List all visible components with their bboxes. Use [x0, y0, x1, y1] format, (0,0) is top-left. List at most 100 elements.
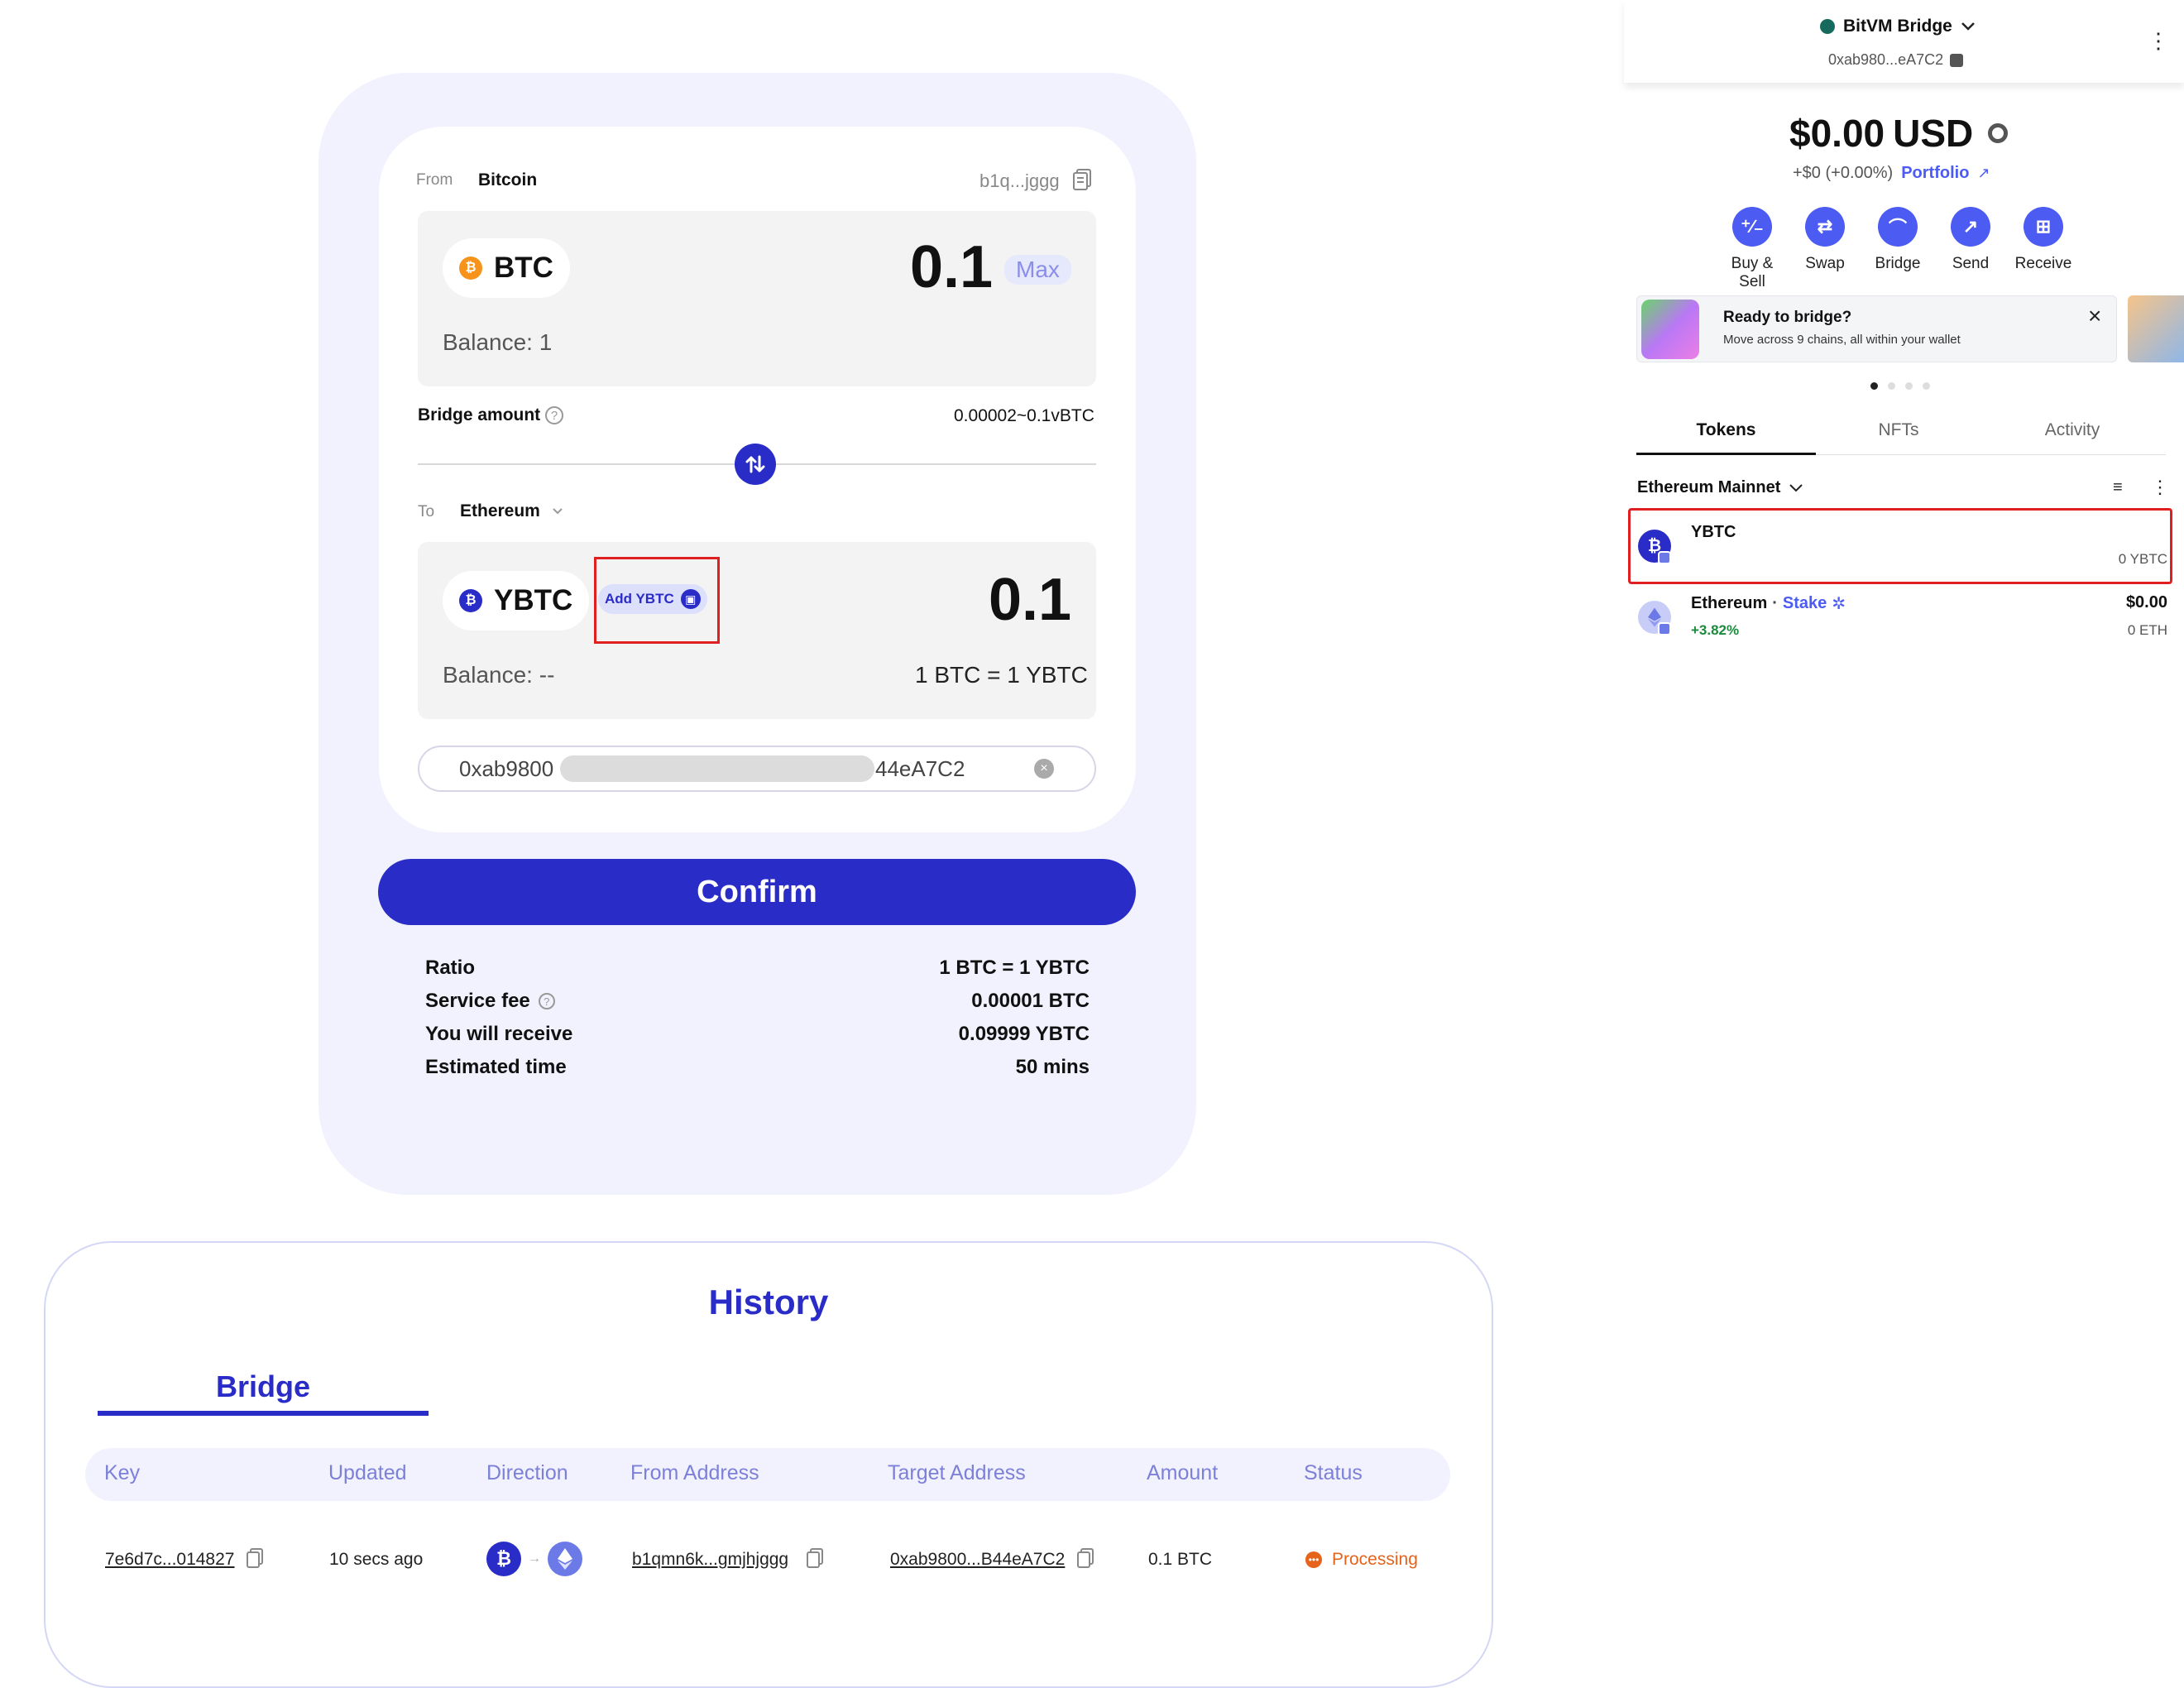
- carousel-dot-active[interactable]: [1870, 382, 1878, 390]
- clear-icon[interactable]: ×: [1034, 759, 1054, 779]
- network-filter[interactable]: Ethereum Mainnet: [1637, 478, 1803, 497]
- close-icon[interactable]: ×: [2088, 305, 2101, 328]
- copy-icon[interactable]: [1077, 1548, 1094, 1568]
- carousel-dot[interactable]: [1923, 382, 1930, 390]
- wallet-actions: ⁺∕₋ Buy & Sell ⇄ Swap ⌒ Bridge ↗ Send ⊞ …: [1720, 207, 2076, 291]
- row-target-address[interactable]: 0xab9800...B44eA7C2: [890, 1550, 1065, 1570]
- carousel-dot[interactable]: [1888, 382, 1895, 390]
- ethereum-icon: [548, 1542, 582, 1576]
- wallet-icon: ▣: [680, 589, 701, 609]
- summary-label: Estimated time: [425, 1056, 567, 1078]
- tab-activity[interactable]: Activity: [1981, 420, 2163, 440]
- more-menu-icon[interactable]: ⋮: [2151, 478, 2169, 496]
- summary-label: You will receive: [425, 1023, 573, 1045]
- wallet-balance: $0.00 USD: [1789, 111, 2009, 156]
- ybtc-icon: ₿: [459, 589, 482, 612]
- rate-text: 1 BTC = 1 YBTC: [915, 662, 1088, 688]
- account-address[interactable]: 0xab980...eA7C2: [1828, 51, 1964, 69]
- from-address: b1q...jggg: [979, 170, 1060, 191]
- next-banner-preview: [2128, 295, 2184, 362]
- eye-icon[interactable]: [1988, 123, 2009, 143]
- portfolio-link[interactable]: Portfolio: [1901, 164, 1969, 183]
- from-chain: Bitcoin: [478, 170, 538, 189]
- network-selector[interactable]: BitVM Bridge: [1820, 17, 1976, 36]
- bitcoin-icon: ₿: [486, 1542, 521, 1576]
- receive-icon: ⊞: [2024, 207, 2063, 247]
- recipient-prefix: 0xab9800: [459, 756, 554, 781]
- add-ybtc-button[interactable]: Add YBTC ▣: [598, 584, 707, 614]
- action-label: Send: [1952, 255, 1990, 272]
- tab-underline: [98, 1411, 429, 1416]
- bridge-button[interactable]: ⌒ Bridge: [1866, 207, 1930, 291]
- row-key[interactable]: 7e6d7c...014827: [105, 1550, 234, 1570]
- swap-button[interactable]: ⇄ Swap: [1793, 207, 1857, 291]
- column-header: Target Address: [888, 1461, 1026, 1484]
- copy-icon[interactable]: [807, 1548, 823, 1568]
- buy-sell-icon: ⁺∕₋: [1732, 207, 1772, 247]
- filter-icon[interactable]: ≡: [2113, 478, 2123, 497]
- max-button[interactable]: Max: [1004, 255, 1071, 285]
- from-token-selector[interactable]: ₿ BTC: [443, 238, 570, 298]
- balance-change-row: +$0 (+0.00%) Portfolio ↗: [1793, 164, 1990, 183]
- network-name: BitVM Bridge: [1843, 17, 1952, 36]
- summary-value: 1 BTC = 1 YBTC: [939, 957, 1090, 979]
- help-icon[interactable]: ?: [545, 406, 563, 424]
- column-header: Key: [104, 1461, 141, 1484]
- external-link-icon[interactable]: ↗: [1977, 165, 1990, 182]
- stake-link[interactable]: Stake: [1783, 594, 1827, 613]
- token-name: Ethereum: [1691, 594, 1768, 612]
- summary-value: 0.09999 YBTC: [958, 1023, 1090, 1045]
- banner-illustration: [1641, 300, 1699, 359]
- tab-nfts[interactable]: NFTs: [1816, 420, 1981, 440]
- history-title: History: [708, 1283, 829, 1321]
- action-label: Buy & Sell: [1731, 255, 1774, 290]
- token-balance: 0 ETH: [2127, 622, 2167, 638]
- redacted-area: [560, 755, 874, 782]
- send-button[interactable]: ↗ Send: [1938, 207, 2003, 291]
- bridge-range: 0.00002~0.1vBTC: [954, 406, 1094, 425]
- tab-active-underline: [1636, 453, 1816, 455]
- help-icon[interactable]: ?: [538, 993, 555, 1009]
- row-from-address[interactable]: b1qmn6k...gmjhjggg: [632, 1550, 788, 1570]
- from-amount[interactable]: 0.1: [910, 233, 993, 301]
- to-token-selector[interactable]: ₿ YBTC: [443, 571, 590, 631]
- from-token-name: BTC: [494, 252, 553, 284]
- to-label: To: [418, 503, 435, 520]
- copy-icon[interactable]: [247, 1548, 263, 1568]
- token-name: YBTC: [1691, 523, 1736, 541]
- to-token-name: YBTC: [494, 584, 573, 616]
- from-balance: Balance: 1: [443, 329, 553, 355]
- row-direction: ₿ →: [486, 1542, 582, 1576]
- copy-icon: [1950, 53, 1964, 67]
- row-amount: 0.1 BTC: [1148, 1550, 1213, 1569]
- from-token-panel: [418, 211, 1096, 386]
- swap-direction-button[interactable]: [735, 444, 776, 485]
- column-header: Amount: [1147, 1461, 1219, 1484]
- add-ybtc-label: Add YBTC: [605, 591, 674, 607]
- arrow-right-icon: →: [528, 1551, 541, 1566]
- more-menu-icon[interactable]: ⋮: [2148, 30, 2169, 51]
- balance-currency: USD: [1893, 112, 1974, 155]
- summary-label: Service fee: [425, 990, 530, 1012]
- token-balance: 0 YBTC: [2118, 551, 2167, 567]
- receive-button[interactable]: ⊞ Receive: [2011, 207, 2076, 291]
- buy-sell-button[interactable]: ⁺∕₋ Buy & Sell: [1720, 207, 1784, 291]
- action-label: Bridge: [1875, 255, 1921, 272]
- action-label: Swap: [1805, 255, 1845, 272]
- copy-icon[interactable]: [1072, 169, 1092, 190]
- carousel-dot[interactable]: [1905, 382, 1913, 390]
- tab-tokens[interactable]: Tokens: [1636, 420, 1816, 440]
- bridge-promo-banner[interactable]: [1636, 295, 2117, 362]
- summary-list: Ratio 1 BTC = 1 YBTC Service fee ? 0.000…: [425, 957, 1090, 1089]
- to-balance: Balance: --: [443, 662, 555, 688]
- confirm-button[interactable]: Confirm: [378, 859, 1136, 925]
- balance-change: +$0 (+0.00%): [1793, 164, 1894, 182]
- tab-bridge[interactable]: Bridge: [98, 1369, 429, 1404]
- to-chain-selector[interactable]: Ethereum: [460, 501, 563, 521]
- bridge-icon: ⌒: [1878, 207, 1918, 247]
- network-badge-icon: [1658, 622, 1671, 635]
- token-change: +3.82%: [1691, 622, 1740, 638]
- column-header: Updated: [328, 1461, 407, 1484]
- chevron-down-icon: [553, 508, 563, 515]
- summary-label-wrap: Service fee ?: [425, 990, 555, 1023]
